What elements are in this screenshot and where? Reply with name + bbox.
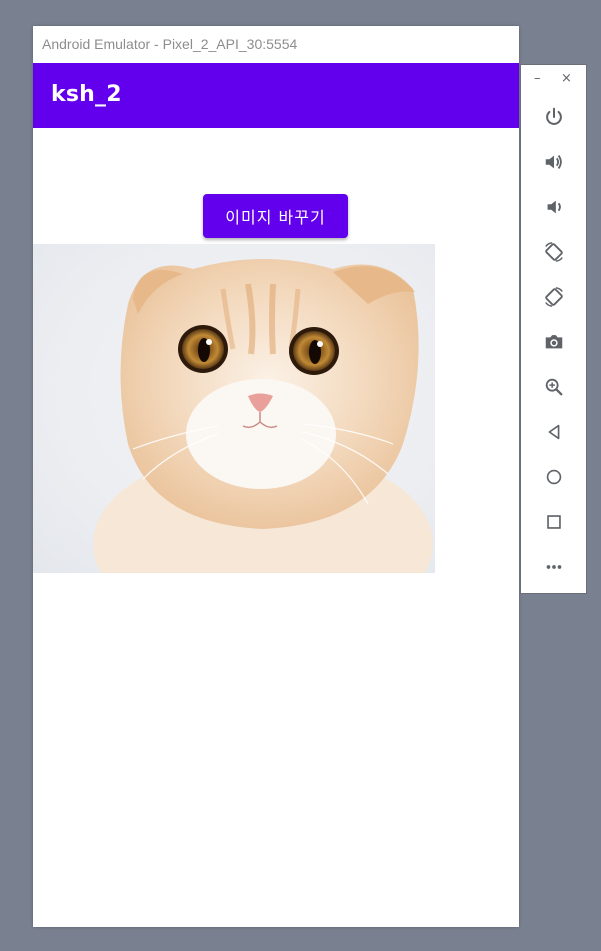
volume-down-icon[interactable]: [540, 193, 568, 221]
more-icon[interactable]: [540, 553, 568, 581]
camera-icon[interactable]: [540, 328, 568, 356]
change-image-button[interactable]: 이미지 바꾸기: [203, 194, 348, 238]
minimize-button[interactable]: –: [534, 71, 541, 86]
rotate-left-icon[interactable]: [540, 238, 568, 266]
app-bar: ksh_2: [33, 63, 519, 128]
zoom-icon[interactable]: [540, 373, 568, 401]
power-icon[interactable]: [540, 103, 568, 131]
app-title: ksh_2: [51, 82, 122, 107]
app-content: 이미지 바꾸기: [33, 128, 519, 927]
panel-header: – ×: [521, 65, 586, 97]
emulator-side-panel: – ×: [520, 64, 587, 594]
volume-up-icon[interactable]: [540, 148, 568, 176]
back-icon[interactable]: [540, 418, 568, 446]
window-title: Android Emulator - Pixel_2_API_30:5554: [33, 26, 519, 63]
cat-image: [33, 244, 435, 573]
overview-icon[interactable]: [540, 508, 568, 536]
rotate-right-icon[interactable]: [540, 283, 568, 311]
cat-illustration: [93, 259, 433, 573]
home-icon[interactable]: [540, 463, 568, 491]
close-button[interactable]: ×: [561, 71, 572, 86]
emulator-window: Android Emulator - Pixel_2_API_30:5554 k…: [33, 26, 519, 927]
